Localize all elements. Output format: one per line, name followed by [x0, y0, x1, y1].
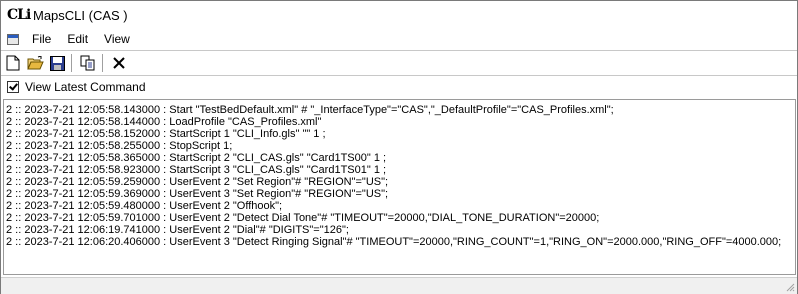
- save-disk-icon: [49, 55, 65, 71]
- toolbar: [1, 50, 797, 76]
- toolbar-separator: [102, 54, 103, 72]
- log-line: 2 :: 2023-7-21 12:05:58.143000 : Start "…: [6, 104, 614, 116]
- log-line: 2 :: 2023-7-21 12:06:20.406000 : UserEve…: [6, 236, 782, 248]
- log-line: 2 :: 2023-7-21 12:05:58.152000 : StartSc…: [6, 128, 326, 140]
- app-logo-icon: CLi: [7, 7, 31, 23]
- cut-button[interactable]: [109, 53, 129, 73]
- save-button[interactable]: [47, 53, 67, 73]
- window-title: MapsCLI (CAS ): [33, 7, 128, 23]
- menu-view[interactable]: View: [101, 32, 133, 46]
- menu-bar: File Edit View: [1, 29, 797, 49]
- app-window: CLi MapsCLI (CAS ) File Edit View View L…: [0, 0, 798, 294]
- log-line: 2 :: 2023-7-21 12:05:59.369000 : UserEve…: [6, 188, 389, 200]
- log-line: 2 :: 2023-7-21 12:05:59.480000 : UserEve…: [6, 200, 283, 212]
- log-line: 2 :: 2023-7-21 12:05:58.923000 : StartSc…: [6, 164, 387, 176]
- open-button[interactable]: [25, 53, 45, 73]
- open-folder-icon: [26, 55, 44, 69]
- status-bar: [1, 277, 797, 294]
- new-file-button[interactable]: [3, 53, 23, 73]
- log-line: 2 :: 2023-7-21 12:05:58.365000 : StartSc…: [6, 152, 387, 164]
- command-log-pane[interactable]: 2 :: 2023-7-21 12:05:58.143000 : Start "…: [3, 99, 796, 275]
- options-bar: View Latest Command: [1, 77, 797, 97]
- cut-scissors-icon: [113, 57, 125, 69]
- command-log-list: 2 :: 2023-7-21 12:05:58.143000 : Start "…: [4, 104, 795, 248]
- log-line: 2 :: 2023-7-21 12:05:59.259000 : UserEve…: [6, 176, 389, 188]
- system-menu-icon[interactable]: [7, 33, 19, 45]
- view-latest-command-label: View Latest Command: [25, 80, 146, 94]
- resize-grip-icon[interactable]: [785, 282, 795, 292]
- copy-icon: [80, 55, 95, 71]
- log-line: 2 :: 2023-7-21 12:05:58.144000 : LoadPro…: [6, 116, 322, 128]
- menu-edit[interactable]: Edit: [64, 32, 91, 46]
- toolbar-separator: [71, 54, 72, 72]
- log-line: 2 :: 2023-7-21 12:06:19.741000 : UserEve…: [6, 224, 349, 236]
- new-file-icon: [6, 55, 20, 71]
- view-latest-command-checkbox[interactable]: [7, 81, 19, 93]
- log-line: 2 :: 2023-7-21 12:05:59.701000 : UserEve…: [6, 212, 600, 224]
- title-bar: CLi MapsCLI (CAS ): [1, 1, 797, 29]
- menu-file[interactable]: File: [29, 32, 54, 46]
- log-line: 2 :: 2023-7-21 12:05:58.255000 : StopScr…: [6, 140, 233, 152]
- copy-button[interactable]: [78, 53, 98, 73]
